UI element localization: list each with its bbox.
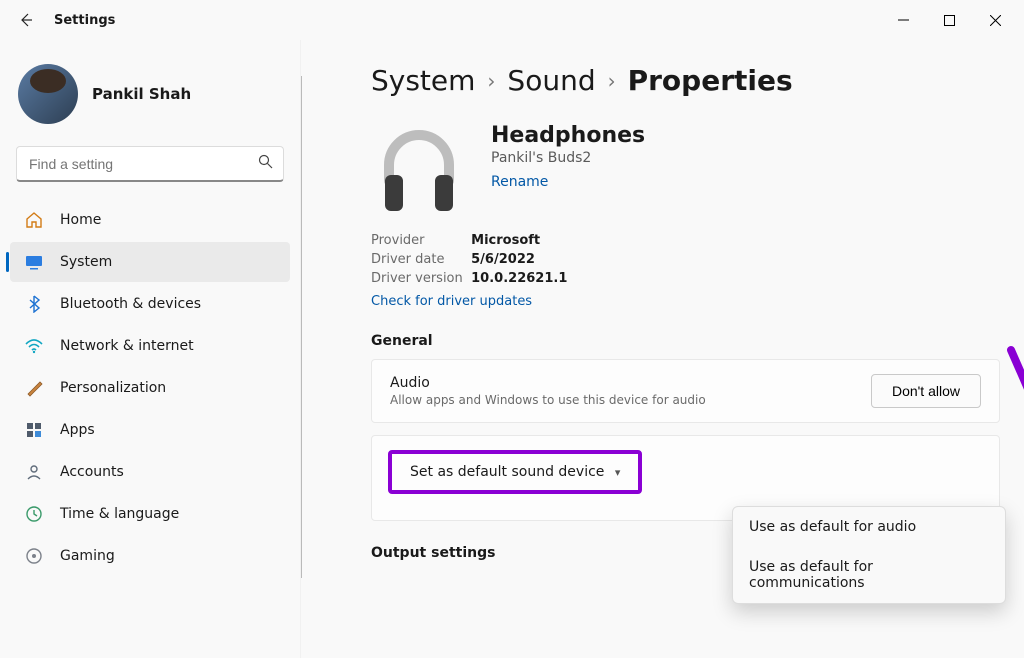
search-icon: [247, 154, 283, 173]
side-divider: [301, 76, 302, 578]
chevron-right-icon: ›: [608, 69, 616, 93]
menu-default-communications[interactable]: Use as default for communications: [733, 547, 1005, 603]
nav-personalization[interactable]: Personalization: [10, 368, 290, 408]
nav-time[interactable]: Time & language: [10, 494, 290, 534]
nav-apps[interactable]: Apps: [10, 410, 290, 450]
nav-home[interactable]: Home: [10, 200, 290, 240]
breadcrumb-system[interactable]: System: [371, 64, 475, 97]
nav-gaming[interactable]: Gaming: [10, 536, 290, 576]
dont-allow-label: Don't allow: [892, 383, 960, 399]
nav-label: Time & language: [60, 506, 179, 522]
nav-system[interactable]: System: [10, 242, 290, 282]
apps-icon: [24, 420, 44, 440]
check-driver-updates-link[interactable]: Check for driver updates: [371, 294, 532, 309]
driver-date-row: Driver date 5/6/2022: [371, 252, 1000, 267]
default-device-menu: Use as default for audio Use as default …: [732, 506, 1006, 604]
profile-name: Pankil Shah: [92, 85, 191, 103]
system-icon: [24, 252, 44, 272]
nav-label: Bluetooth & devices: [60, 296, 201, 312]
nav-label: Gaming: [60, 548, 115, 564]
breadcrumb-current: Properties: [628, 64, 793, 97]
maximize-icon: [944, 15, 955, 26]
device-title: Headphones: [491, 123, 645, 148]
device-subtitle: Pankil's Buds2: [491, 150, 645, 166]
wifi-icon: [24, 336, 44, 356]
provider-row: Provider Microsoft: [371, 233, 1000, 248]
nav-label: Home: [60, 212, 101, 228]
close-icon: [990, 15, 1001, 26]
provider-label: Provider: [371, 233, 467, 248]
nav-bluetooth[interactable]: Bluetooth & devices: [10, 284, 290, 324]
nav-list: Home System Bluetooth & devices Network …: [4, 200, 296, 576]
gaming-icon: [24, 546, 44, 566]
chevron-right-icon: ›: [487, 69, 495, 93]
dont-allow-button[interactable]: Don't allow: [871, 374, 981, 408]
bluetooth-icon: [24, 294, 44, 314]
profile-block[interactable]: Pankil Shah: [4, 50, 296, 146]
nav-label: Personalization: [60, 380, 166, 396]
nav-accounts[interactable]: Accounts: [10, 452, 290, 492]
main-panel: System › Sound › Properties Headphones P…: [300, 40, 1024, 658]
breadcrumb: System › Sound › Properties: [371, 64, 1000, 97]
minimize-icon: [898, 15, 909, 26]
maximize-button[interactable]: [926, 4, 972, 36]
nav-label: Apps: [60, 422, 95, 438]
driver-date-label: Driver date: [371, 252, 467, 267]
breadcrumb-sound[interactable]: Sound: [507, 64, 595, 97]
set-default-label: Set as default sound device: [410, 464, 604, 480]
search-box[interactable]: [16, 146, 284, 182]
headphones-icon: [371, 123, 467, 219]
chevron-down-icon: ▾: [615, 466, 621, 479]
minimize-button[interactable]: [880, 4, 926, 36]
search-input[interactable]: [17, 156, 247, 172]
close-button[interactable]: [972, 4, 1018, 36]
menu-default-audio[interactable]: Use as default for audio: [733, 507, 1005, 547]
driver-version-value: 10.0.22621.1: [471, 271, 567, 286]
nav-network[interactable]: Network & internet: [10, 326, 290, 366]
nav-label: Accounts: [60, 464, 124, 480]
titlebar: Settings: [0, 0, 1024, 40]
home-icon: [24, 210, 44, 230]
window-title: Settings: [54, 13, 115, 28]
section-general: General: [371, 333, 1000, 349]
back-arrow-icon: [18, 12, 34, 28]
nav-label: System: [60, 254, 112, 270]
clock-icon: [24, 504, 44, 524]
driver-version-label: Driver version: [371, 271, 467, 286]
audio-card: Audio Allow apps and Windows to use this…: [371, 359, 1000, 423]
audio-card-title: Audio: [390, 375, 706, 391]
device-heading: Headphones Pankil's Buds2 Rename: [371, 123, 1000, 219]
accounts-icon: [24, 462, 44, 482]
provider-value: Microsoft: [471, 233, 540, 248]
sidebar: Pankil Shah Home System Bluetooth & devi…: [0, 40, 300, 658]
driver-date-value: 5/6/2022: [471, 252, 535, 267]
rename-link[interactable]: Rename: [491, 174, 548, 190]
avatar: [18, 64, 78, 124]
audio-card-desc: Allow apps and Windows to use this devic…: [390, 393, 706, 407]
brush-icon: [24, 378, 44, 398]
nav-label: Network & internet: [60, 338, 194, 354]
driver-version-row: Driver version 10.0.22621.1: [371, 271, 1000, 286]
back-button[interactable]: [6, 0, 46, 40]
set-default-button[interactable]: Set as default sound device ▾: [388, 450, 642, 494]
